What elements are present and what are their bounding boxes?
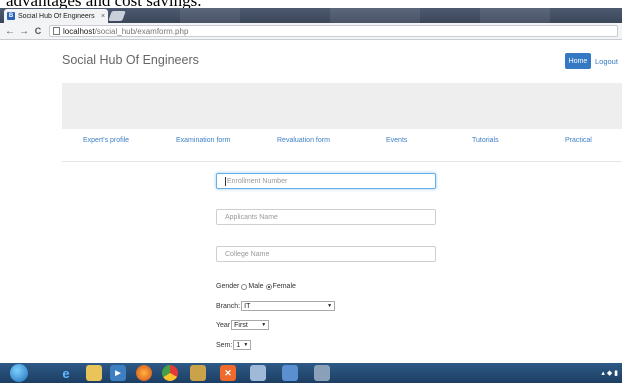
windows-taskbar: e ▶ ✕ ▴ ◆ ▮ [0, 363, 622, 383]
new-tab-button[interactable] [108, 11, 126, 21]
branch-row: Branch: IT ▼ [216, 301, 336, 311]
paint-icon[interactable] [314, 365, 330, 381]
branch-value: IT [244, 302, 251, 310]
media-player-icon[interactable]: ▶ [110, 365, 126, 381]
enrollment-placeholder: Enrollment Number [227, 177, 288, 185]
browser-toolbar: ← → C localhost /social_hub/examform.php [0, 23, 622, 40]
browser-tabstrip: B Social Hub Of Engineers × [0, 8, 622, 23]
document-caption: advantages and cost savings. [0, 0, 622, 10]
sem-label: Sem: [216, 341, 233, 349]
college-name-input[interactable]: College Name [216, 246, 436, 262]
year-value: First [234, 321, 248, 329]
nav-link-experts-profile[interactable]: Expert's profile [83, 137, 129, 144]
back-arrow-icon[interactable]: ← [4, 25, 16, 37]
applicant-placeholder: Applicants Name [225, 213, 278, 221]
xampp-icon[interactable]: ✕ [220, 365, 236, 381]
enrollment-number-input[interactable]: Enrollment Number [216, 173, 436, 189]
tab-title: Social Hub Of Engineers [18, 12, 95, 20]
text-caret [225, 176, 226, 186]
tabstrip-decoration [330, 8, 420, 23]
home-button[interactable]: Home [565, 53, 591, 69]
screenshot-root: advantages and cost savings. B Social Hu… [0, 0, 622, 383]
url-path: /social_hub/examform.php [94, 26, 189, 36]
chevron-down-icon: ▼ [261, 322, 267, 328]
gender-option-male: Male [248, 283, 264, 290]
nav-link-practical[interactable]: Practical [565, 137, 592, 144]
app-window-icon[interactable] [250, 365, 266, 381]
folder-icon[interactable] [86, 365, 102, 381]
chrome-icon[interactable] [162, 365, 178, 381]
header-banner [62, 83, 622, 129]
app-icon[interactable] [190, 365, 206, 381]
forward-arrow-icon[interactable]: → [18, 25, 30, 37]
gender-label: Gender [216, 283, 240, 290]
year-row: Year First ▼ [216, 320, 270, 330]
college-placeholder: College Name [225, 250, 270, 258]
page-icon [53, 27, 60, 35]
internet-explorer-icon[interactable]: e [58, 365, 74, 381]
nav-link-revaluation-form[interactable]: Revaluation form [277, 137, 330, 144]
sem-select[interactable]: 1 ▼ [233, 340, 252, 350]
branch-select[interactable]: IT ▼ [241, 301, 336, 311]
year-label: Year [216, 321, 231, 329]
address-bar[interactable]: localhost /social_hub/examform.php [49, 25, 618, 37]
tabstrip-decoration [180, 8, 240, 23]
url-host: localhost [63, 26, 95, 36]
nav-link-events[interactable]: Events [386, 137, 407, 144]
start-orb-icon[interactable] [10, 364, 28, 382]
applicant-name-input[interactable]: Applicants Name [216, 209, 436, 225]
gender-radio-female[interactable] [265, 283, 272, 290]
gender-option-female: Female [272, 283, 296, 290]
nav-link-examination-form[interactable]: Examination form [176, 137, 230, 144]
year-select[interactable]: First ▼ [231, 320, 270, 330]
web-page: Social Hub Of Engineers Home Logout Expe… [0, 40, 622, 363]
firefox-icon[interactable] [136, 365, 152, 381]
gender-row: Gender Male Female [216, 283, 296, 290]
system-tray[interactable]: ▴ ◆ ▮ [601, 369, 618, 377]
tabstrip-decoration [480, 8, 550, 23]
browser-tab[interactable]: B Social Hub Of Engineers × [4, 9, 108, 23]
logout-link[interactable]: Logout [595, 57, 618, 66]
nav-link-tutorials[interactable]: Tutorials [472, 137, 499, 144]
close-icon[interactable]: × [98, 13, 108, 20]
reload-icon[interactable]: C [32, 25, 44, 37]
favicon-icon: B [7, 12, 15, 20]
branch-label: Branch: [216, 302, 241, 310]
chevron-down-icon: ▼ [327, 303, 333, 309]
app-notes-icon[interactable] [282, 365, 298, 381]
main-nav: Expert's profile Examination form Revalu… [0, 137, 622, 161]
sem-value: 1 [236, 341, 241, 349]
nav-divider [62, 161, 622, 162]
gender-radio-male[interactable] [241, 283, 248, 290]
sem-row: Sem: 1 ▼ [216, 340, 252, 350]
chevron-down-icon: ▼ [243, 342, 249, 348]
site-brand[interactable]: Social Hub Of Engineers [62, 53, 199, 67]
